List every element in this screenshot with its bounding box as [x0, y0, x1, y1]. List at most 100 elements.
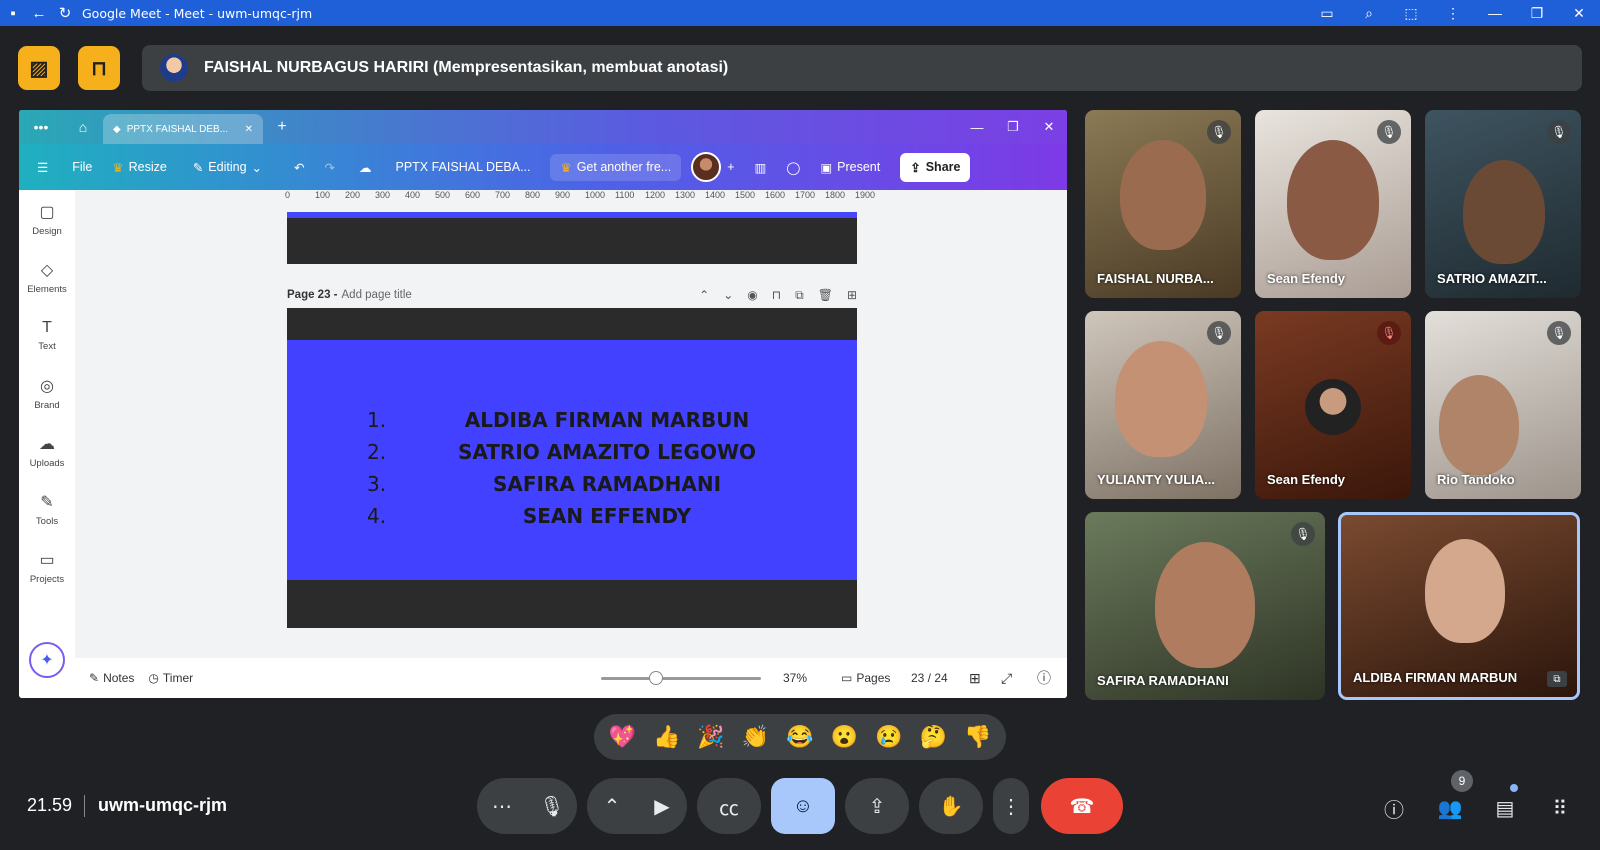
chevron-up-icon[interactable]: ⌃	[699, 288, 709, 303]
zoom-slider-handle[interactable]	[649, 671, 663, 685]
resize-button[interactable]: ♛ Resize	[112, 160, 166, 175]
canva-close-icon[interactable]: ✕	[1031, 119, 1067, 135]
reaction-sad-button[interactable]: 😢	[869, 724, 909, 750]
participant-tile[interactable]: 🎙 Rio Tandoko	[1425, 311, 1581, 499]
present-button[interactable]: ▣ Present	[820, 160, 880, 175]
participant-tile[interactable]: 🎙 Sean Efendy	[1255, 311, 1411, 499]
ruler-tick: 600	[465, 190, 481, 200]
hide-page-icon[interactable]: ◉	[747, 288, 757, 303]
participant-tile[interactable]: 🎙 YULIANTY YULIA...	[1085, 311, 1241, 499]
sidebar-item-brand[interactable]: ◎ Brand	[19, 364, 75, 422]
participant-name: SATRIO AMAZIT...	[1437, 271, 1547, 286]
more-options-button[interactable]: ⋮	[993, 778, 1029, 834]
reaction-party-button[interactable]: 🎉	[691, 724, 731, 750]
share-button[interactable]: ⇪ Share	[900, 152, 971, 182]
new-tab-icon[interactable]: +	[263, 118, 301, 136]
reaction-surprised-button[interactable]: 😮	[824, 724, 864, 750]
picture-in-picture-icon[interactable]: ⧉	[1547, 671, 1567, 687]
file-menu[interactable]: File	[72, 160, 92, 174]
delete-icon[interactable]: 🗑	[818, 288, 833, 303]
reaction-laugh-button[interactable]: 😂	[780, 724, 820, 750]
home-icon[interactable]: ⌂	[63, 119, 103, 135]
emoji-reactions-button[interactable]: ☺	[771, 778, 835, 834]
participant-tile[interactable]: 🎙 FAISHAL NURBA...	[1085, 110, 1241, 298]
reaction-thinking-button[interactable]: 🤔	[913, 724, 953, 750]
sidebar-item-tools[interactable]: ✎ Tools	[19, 480, 75, 538]
notes-label: Notes	[103, 671, 135, 685]
reload-icon[interactable]: ↻	[52, 0, 78, 26]
leave-call-button[interactable]: ☎	[1041, 778, 1123, 834]
sidebar-item-elements[interactable]: ◇ Elements	[19, 248, 75, 306]
sidebar-item-text[interactable]: T Text	[19, 306, 75, 364]
magic-assistant-icon[interactable]: ✦	[29, 642, 65, 678]
grid-view-icon[interactable]: ⊞	[969, 670, 981, 687]
participant-tile[interactable]: 🎙 Sean Efendy	[1255, 110, 1411, 298]
sidebar-item-projects[interactable]: ▭ Projects	[19, 538, 75, 596]
add-collaborator-icon[interactable]: +	[727, 160, 734, 174]
zoom-icon[interactable]: ⌕	[1348, 5, 1390, 22]
sidebar-item-design[interactable]: ▢ Design	[19, 190, 75, 248]
current-slide[interactable]: 1. ALDIBA FIRMAN MARBUN 2. SATRIO AMAZITO …	[287, 308, 857, 628]
duplicate-icon[interactable]: ⧉	[795, 288, 804, 303]
timer-button[interactable]: ◷ Timer	[148, 671, 193, 685]
extension-icon[interactable]: ⬚	[1390, 5, 1432, 22]
raise-hand-button[interactable]: ✋	[919, 778, 983, 834]
doc-title[interactable]: PPTX FAISHAL DEBA...	[395, 160, 530, 174]
page-count[interactable]: 23 / 24	[911, 671, 948, 685]
redo-icon[interactable]: ↷	[325, 160, 335, 175]
activities-icon[interactable]: ⠿	[1542, 790, 1578, 826]
notes-button[interactable]: ✎ Notes	[89, 671, 134, 685]
minimize-icon[interactable]: —	[1474, 5, 1516, 21]
reaction-thumbs-down-button[interactable]: 👎	[958, 724, 998, 750]
fullscreen-icon[interactable]: ⤢	[1001, 670, 1012, 687]
chevron-up-icon[interactable]: ⌃	[587, 794, 637, 819]
tab-close-icon[interactable]: ✕	[245, 124, 253, 135]
present-screen-button[interactable]: ⇪	[845, 778, 909, 834]
canva-tab[interactable]: ◆ PPTX FAISHAL DEB... ✕	[103, 114, 263, 144]
menu-icon[interactable]: ☰	[37, 160, 48, 175]
add-page-icon[interactable]: ⊞	[847, 288, 857, 303]
canva-minimize-icon[interactable]: —	[959, 120, 995, 135]
captions-button[interactable]: ㏄	[697, 778, 761, 834]
zoom-slider[interactable]	[601, 671, 761, 685]
get-another-button[interactable]: ♛ Get another fre...	[550, 153, 682, 181]
pages-button[interactable]: ▭ Pages	[841, 671, 890, 685]
comment-icon[interactable]: ◯	[786, 160, 800, 175]
people-icon[interactable]: 👥	[1432, 790, 1468, 826]
meeting-info-icon[interactable]: ⓘ	[1376, 790, 1412, 826]
cloud-sync-icon[interactable]: ☁	[359, 160, 372, 175]
chat-icon[interactable]: ▤	[1487, 790, 1523, 826]
reaction-thumbs-up-button[interactable]: 👍	[647, 724, 687, 750]
add-page-title[interactable]: Add page title	[342, 289, 412, 301]
lock-icon[interactable]: ⊓	[772, 288, 781, 303]
more-vert-icon[interactable]: ⋮	[1432, 5, 1474, 22]
camera-icon[interactable]: ▭	[1306, 5, 1348, 22]
microphone-icon[interactable]: 🎙	[527, 794, 577, 819]
camera-icon[interactable]: ▶	[637, 794, 687, 819]
participant-tile[interactable]: 🎙 SAFIRA RAMADHANI	[1085, 512, 1325, 700]
reaction-heart-button[interactable]: 💖	[602, 724, 642, 750]
more-audio-options-icon[interactable]: ⋯	[477, 794, 527, 819]
undo-icon[interactable]: ↶	[294, 160, 304, 175]
previous-slide[interactable]	[287, 212, 857, 264]
more-horiz-icon[interactable]: •••	[19, 119, 63, 135]
pin-presentation-button[interactable]: ⊓	[78, 46, 120, 90]
canvas-area: Page 23 - Add page title ⌃ ⌄ ◉ ⊓ ⧉ 🗑 ⊞ 1…	[75, 206, 1067, 658]
canva-restore-icon[interactable]: ❐	[995, 119, 1031, 135]
collaborator-avatar[interactable]	[691, 152, 722, 182]
list-item: 4. SEAN EFFENDY	[287, 504, 857, 536]
sidebar-item-uploads[interactable]: ☁ Uploads	[19, 422, 75, 480]
participant-tile[interactable]: 🎙 SATRIO AMAZIT...	[1425, 110, 1581, 298]
insights-icon[interactable]: ▥	[755, 160, 767, 175]
reaction-clap-button[interactable]: 👏	[736, 724, 776, 750]
zoom-value[interactable]: 37%	[783, 671, 807, 685]
layout-toggle-button[interactable]: ▨	[18, 46, 60, 90]
restore-icon[interactable]: ❐	[1516, 5, 1558, 22]
chevron-down-icon[interactable]: ⌄	[723, 288, 733, 303]
editing-dropdown[interactable]: ✎ Editing ⌄	[193, 160, 262, 175]
back-icon[interactable]: ←	[26, 0, 52, 26]
participant-tile-self[interactable]: ALDIBA FIRMAN MARBUN ⧉	[1338, 512, 1580, 700]
help-icon[interactable]: ⓘ	[1037, 668, 1051, 688]
close-icon[interactable]: ✕	[1558, 5, 1600, 22]
ruler-tick: 1600	[765, 190, 786, 200]
